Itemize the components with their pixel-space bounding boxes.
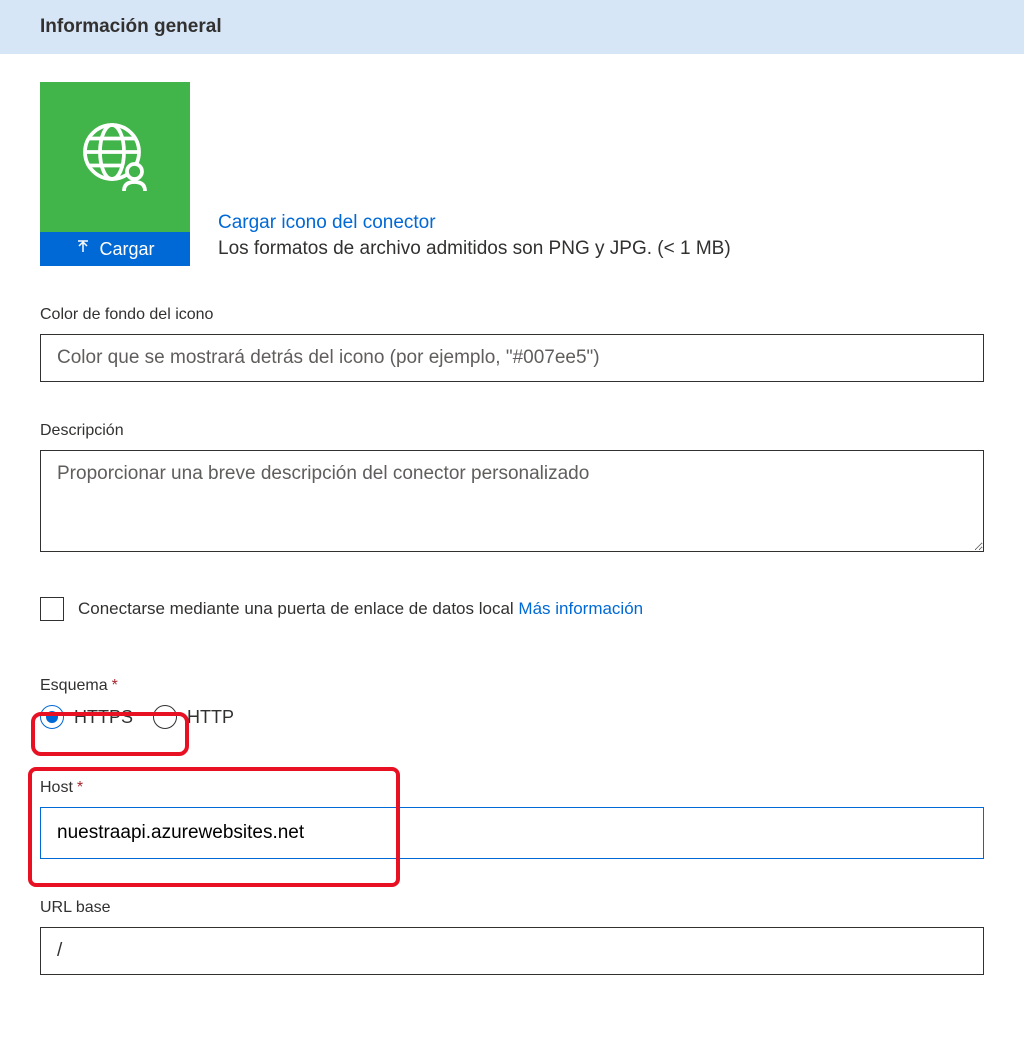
schema-field: Esquema* HTTPS HTTP bbox=[40, 677, 984, 729]
url-base-field: URL base bbox=[40, 899, 984, 975]
gateway-label-wrap: Conectarse mediante una puerta de enlace… bbox=[78, 599, 643, 619]
icon-upload-text: Cargar icono del conector Los formatos d… bbox=[218, 212, 731, 266]
schema-label-wrap: Esquema* bbox=[40, 677, 984, 695]
description-field: Descripción bbox=[40, 422, 984, 557]
gateway-checkbox[interactable] bbox=[40, 597, 64, 621]
upload-icon bbox=[75, 239, 91, 260]
section-title: Información general bbox=[40, 16, 222, 37]
icon-block: Cargar bbox=[40, 82, 190, 266]
gateway-more-info-link[interactable]: Más información bbox=[518, 599, 643, 618]
description-label: Descripción bbox=[40, 422, 984, 440]
url-base-input[interactable] bbox=[40, 927, 984, 975]
radio-http-label: HTTP bbox=[187, 707, 234, 728]
bg-color-input[interactable] bbox=[40, 334, 984, 382]
schema-option-https[interactable]: HTTPS bbox=[40, 705, 133, 729]
upload-button[interactable]: Cargar bbox=[40, 232, 190, 266]
schema-option-http[interactable]: HTTP bbox=[153, 705, 234, 729]
host-label: Host bbox=[40, 779, 73, 796]
required-marker: * bbox=[112, 677, 118, 694]
upload-support-text: Los formatos de archivo admitidos son PN… bbox=[218, 238, 731, 260]
upload-button-label: Cargar bbox=[99, 239, 154, 260]
bg-color-field: Color de fondo del icono bbox=[40, 306, 984, 382]
section-header: Información general bbox=[0, 0, 1024, 54]
url-base-label: URL base bbox=[40, 899, 984, 917]
upload-icon-link[interactable]: Cargar icono del conector bbox=[218, 212, 436, 233]
host-label-wrap: Host* bbox=[40, 779, 984, 797]
schema-options: HTTPS HTTP bbox=[40, 705, 984, 729]
form-content: Cargar Cargar icono del conector Los for… bbox=[0, 54, 1024, 1043]
radio-http[interactable] bbox=[153, 705, 177, 729]
icon-upload-section: Cargar Cargar icono del conector Los for… bbox=[40, 82, 984, 266]
globe-person-icon bbox=[79, 119, 151, 196]
host-field: Host* bbox=[40, 779, 984, 859]
schema-label: Esquema bbox=[40, 677, 108, 694]
gateway-row: Conectarse mediante una puerta de enlace… bbox=[40, 597, 984, 621]
radio-https[interactable] bbox=[40, 705, 64, 729]
radio-https-label: HTTPS bbox=[74, 707, 133, 728]
required-marker: * bbox=[77, 779, 83, 796]
description-input[interactable] bbox=[40, 450, 984, 552]
gateway-label: Conectarse mediante una puerta de enlace… bbox=[78, 599, 518, 618]
bg-color-label: Color de fondo del icono bbox=[40, 306, 984, 324]
icon-preview bbox=[40, 82, 190, 232]
host-input[interactable] bbox=[40, 807, 984, 859]
